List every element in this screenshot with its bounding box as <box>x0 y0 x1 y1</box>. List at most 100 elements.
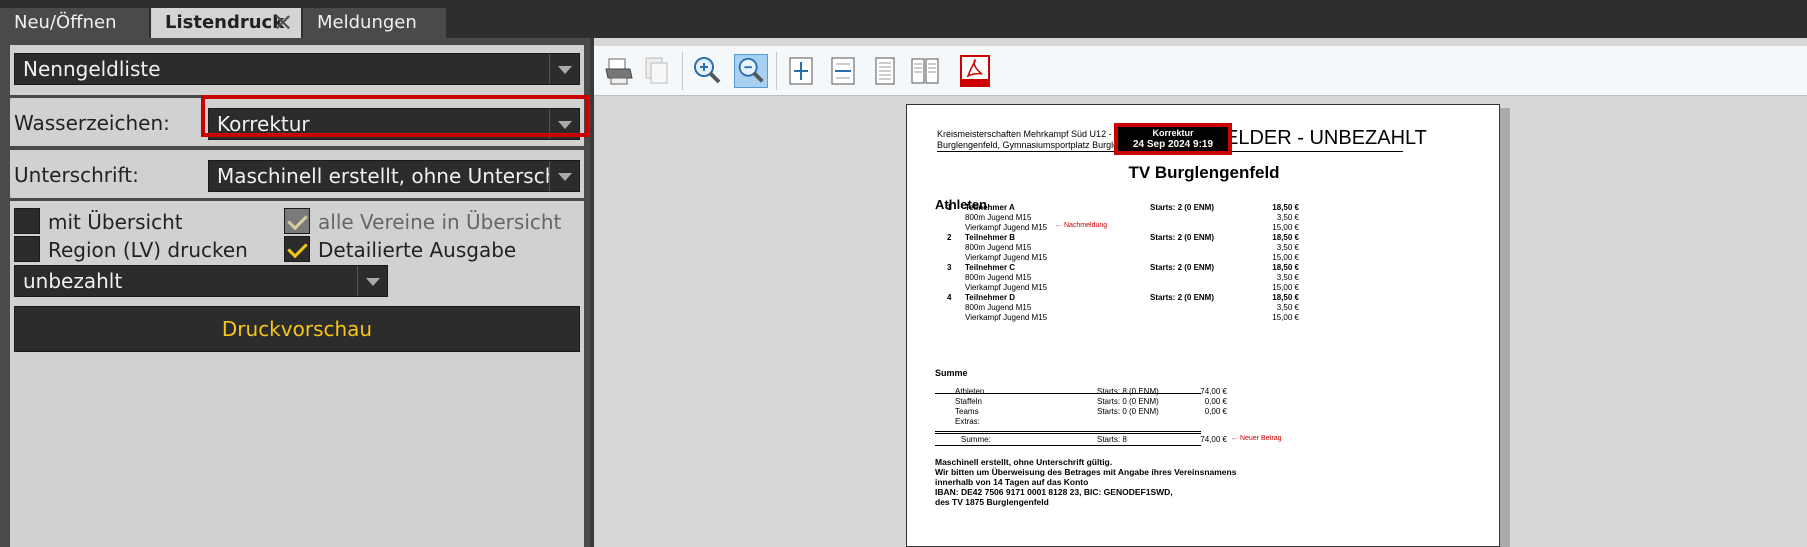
summary-label: Extras: <box>955 417 980 426</box>
event-price: 3,50 € <box>1276 213 1299 222</box>
druckvorschau-button[interactable]: Druckvorschau <box>14 306 580 352</box>
signature-select[interactable]: Maschinell erstellt, ohne Unterschrift g… <box>208 160 580 192</box>
signature-value: Maschinell erstellt, ohne Unterschrift g… <box>217 164 580 188</box>
athlete-number: 4 <box>947 293 952 302</box>
summary-label: Athleten <box>955 387 985 396</box>
summary-label: Teams <box>955 407 979 416</box>
detailiert-checkbox[interactable] <box>284 236 310 262</box>
total-starts: Starts: 8 <box>1097 435 1127 444</box>
document-title: ELDER - UNBEZAHLT <box>1225 127 1427 149</box>
summary-starts: Starts: 0 (0 ENM) <box>1097 397 1159 406</box>
printer-icon[interactable] <box>602 54 636 88</box>
header-line-1: Kreismeisterschaften Mehrkampf Süd U12 -… <box>937 129 1126 139</box>
tab-meldungen[interactable]: Meldungen <box>303 8 447 38</box>
chevron-down-icon <box>549 54 579 84</box>
region-label: Region (LV) drucken <box>48 238 248 262</box>
event-name: Vierkampf Jugend M15 <box>965 253 1048 262</box>
event-name: 800m Jugend M15 <box>965 213 1032 222</box>
list-type-value: Nenngeldliste <box>23 57 161 81</box>
fit-page-icon[interactable] <box>784 54 818 88</box>
summary-rule-bottom <box>935 445 1201 446</box>
event-price: 3,50 € <box>1276 243 1299 252</box>
athlete-starts: Starts: 2 (0 ENM) <box>1150 203 1215 212</box>
filter-value: unbezahlt <box>23 269 123 293</box>
tab-bar: Neu/Öffnen Listendruck ✕ Meldungen <box>0 0 1807 38</box>
event-price: 15,00 € <box>1272 283 1299 292</box>
watermark-stamp: Korrektur 24 Sep 2024 9:19 <box>1114 123 1232 155</box>
settings-panel: Nenngeldliste Wasserzeichen: Korrektur U… <box>0 38 590 547</box>
summary-heading: Summe <box>935 368 968 378</box>
athlete-starts: Starts: 2 (0 ENM) <box>1150 233 1215 242</box>
summary-starts: Starts: 0 (0 ENM) <box>1097 407 1159 416</box>
signature-section: Unterschrift: Maschinell erstellt, ohne … <box>10 150 584 198</box>
options-section: mit Übersicht alle Vereine in Übersicht … <box>10 201 584 547</box>
print-preview-page: Kreismeisterschaften Mehrkampf Süd U12 -… <box>906 104 1500 547</box>
tab-label: Meldungen <box>317 12 417 33</box>
preview-area: Kreismeisterschaften Mehrkampf Süd U12 -… <box>594 38 1807 547</box>
pdf-icon[interactable] <box>958 54 992 88</box>
summary-starts: Starts: 8 (0 ENM) <box>1097 387 1159 396</box>
athlete-number: 1 <box>947 203 952 212</box>
athlete-number: 2 <box>947 233 952 242</box>
page-shadow <box>1500 108 1510 547</box>
footer-line: Maschinell erstellt, ohne Unterschrift g… <box>935 457 1113 467</box>
summary-rule-mid <box>935 431 1201 432</box>
note-nachmeldung: ← Nachmeldung <box>1055 222 1108 229</box>
event-name: Vierkampf Jugend M15 <box>965 313 1048 322</box>
event-name: 800m Jugend M15 <box>965 303 1032 312</box>
summary-rule-top <box>935 393 1201 394</box>
chevron-down-icon <box>357 266 387 296</box>
athlete-name: Teilnehmer D <box>965 293 1016 302</box>
summary-amount: 0,00 € <box>1204 397 1227 406</box>
footer-line: des TV 1875 Burglengenfeld <box>935 497 1049 507</box>
athlete-name: Teilnehmer A <box>965 203 1015 212</box>
list-type-select[interactable]: Nenngeldliste <box>14 53 580 85</box>
athlete-starts: Starts: 2 (0 ENM) <box>1150 293 1215 302</box>
tab-label: Neu/Öffnen <box>14 12 117 33</box>
footer-line: Wir bitten um Überweisung des Betrages m… <box>935 467 1237 477</box>
total-label: Summe: <box>961 435 991 444</box>
athlete-total: 18,50 € <box>1272 203 1299 212</box>
athlete-name: Teilnehmer B <box>965 233 1016 242</box>
event-name: 800m Jugend M15 <box>965 243 1032 252</box>
event-price: 3,50 € <box>1276 273 1299 282</box>
athlete-number: 3 <box>947 263 952 272</box>
footer-line: innerhalb von 14 Tagen auf das Konto <box>935 477 1089 487</box>
mit-uebersicht-checkbox[interactable] <box>14 208 40 234</box>
single-page-icon[interactable] <box>868 54 902 88</box>
note-neuer-betrag: ← Neuer Betrag <box>1231 435 1282 442</box>
zoom-out-icon[interactable] <box>734 54 768 88</box>
watermark-text: Korrektur <box>1152 128 1194 138</box>
alle-vereine-label: alle Vereine in Übersicht <box>318 210 562 234</box>
close-icon[interactable]: ✕ <box>273 8 293 38</box>
filter-select[interactable]: unbezahlt <box>14 265 388 297</box>
event-price: 15,00 € <box>1272 223 1299 232</box>
detailiert-label: Detailierte Ausgabe <box>318 238 517 262</box>
athlete-starts: Starts: 2 (0 ENM) <box>1150 263 1215 272</box>
summary-amount: 74,00 € <box>1200 387 1227 396</box>
tab-neu-oeffnen[interactable]: Neu/Öffnen <box>0 8 150 38</box>
event-price: 15,00 € <box>1272 313 1299 322</box>
event-name: 800m Jugend M15 <box>965 273 1032 282</box>
tab-label: Listendruck <box>165 12 285 33</box>
summary-amount: 0,00 € <box>1204 407 1227 416</box>
highlight-box <box>201 95 589 137</box>
toolbar-separator <box>682 52 683 90</box>
copy-icon[interactable] <box>640 54 674 88</box>
list-section: Nenngeldliste <box>10 45 584 95</box>
watermark-date: 24 Sep 2024 9:19 <box>1132 139 1214 150</box>
signature-label: Unterschrift: <box>14 163 139 187</box>
athlete-total: 18,50 € <box>1272 233 1299 242</box>
toolbar-separator <box>776 52 777 90</box>
region-checkbox[interactable] <box>14 236 40 262</box>
summary-label: Staffeln <box>955 397 982 406</box>
two-pages-icon[interactable] <box>908 54 942 88</box>
event-name: Vierkampf Jugend M15 <box>965 223 1048 232</box>
tab-listendruck[interactable]: Listendruck ✕ <box>151 8 302 38</box>
athlete-total: 18,50 € <box>1272 293 1299 302</box>
watermark-label: Wasserzeichen: <box>14 111 170 135</box>
chevron-down-icon <box>549 161 579 191</box>
zoom-in-icon[interactable] <box>690 54 724 88</box>
mit-uebersicht-label: mit Übersicht <box>48 210 183 234</box>
fit-width-icon[interactable] <box>826 54 860 88</box>
